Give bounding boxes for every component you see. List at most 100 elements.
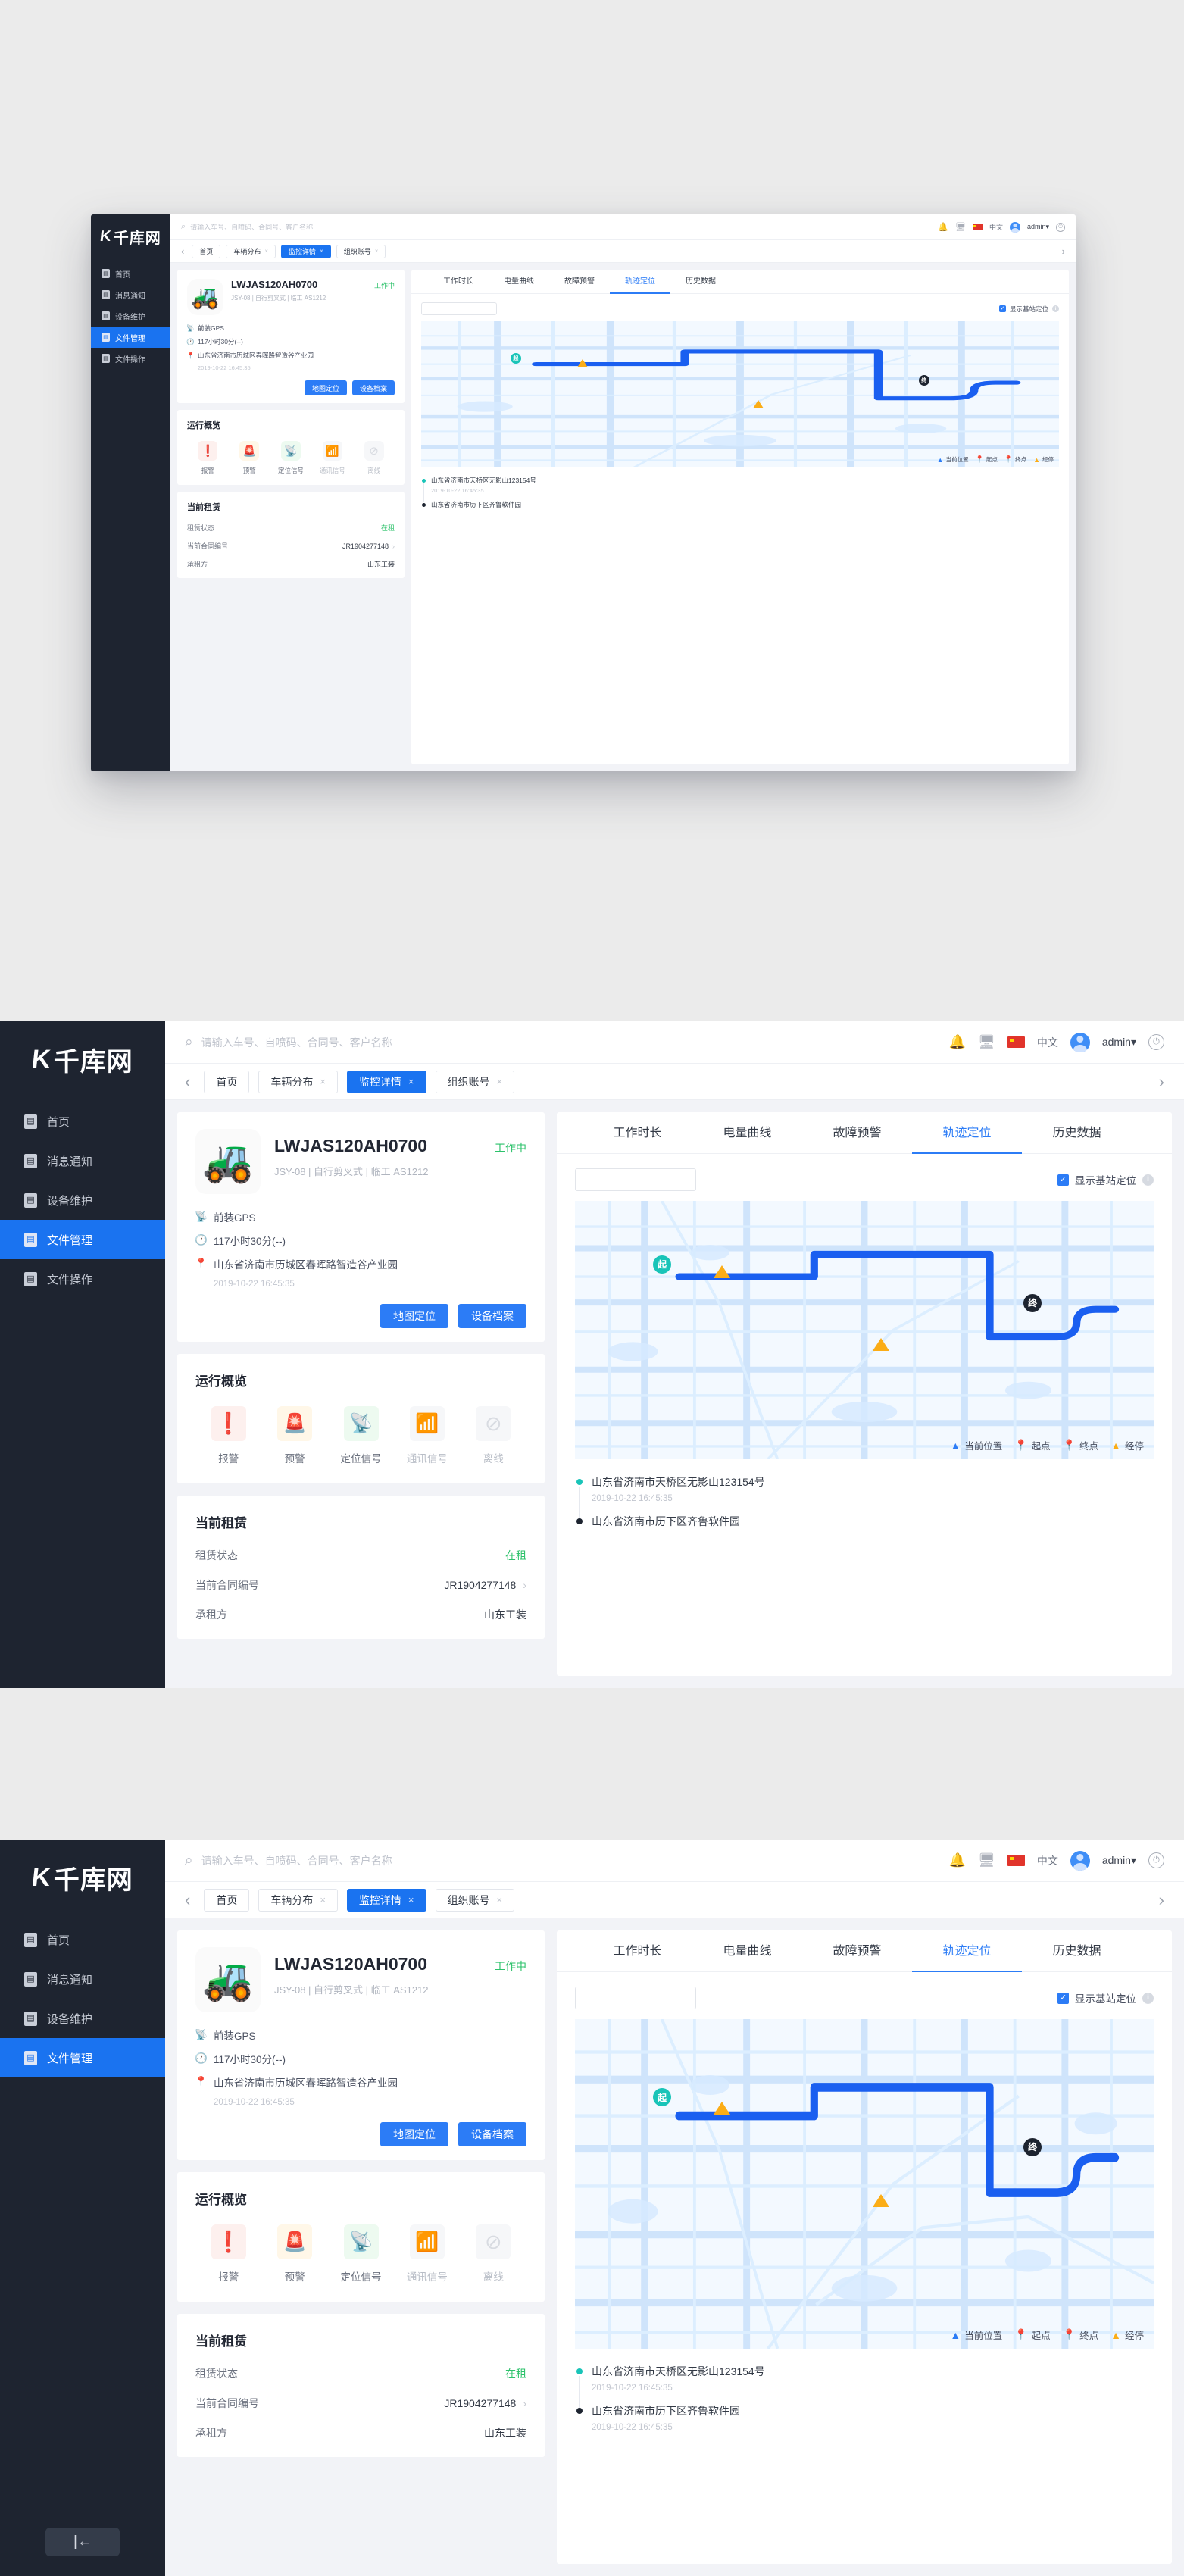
tab-monitor-detail[interactable]: 监控详情 × bbox=[281, 244, 331, 258]
list-item[interactable]: 山东省济南市历下区齐鲁软件园 bbox=[575, 1514, 1154, 1529]
tab-vehicle-distribution[interactable]: 车辆分布 × bbox=[258, 1070, 338, 1093]
tab-track-location[interactable]: 轨迹定位 bbox=[610, 270, 670, 294]
sidebar-item-2[interactable]: ▤ 设备维护 bbox=[0, 1999, 165, 2038]
overview-item-offline[interactable]: ⊘ 离线 bbox=[353, 441, 395, 475]
sidebar-item-0[interactable]: ▤ 首页 bbox=[0, 1102, 165, 1141]
date-range-input[interactable] bbox=[575, 1168, 696, 1191]
search-input[interactable] bbox=[201, 1854, 936, 1867]
close-icon[interactable]: × bbox=[320, 248, 323, 255]
tab-home[interactable]: 首页 bbox=[204, 1070, 250, 1093]
track-map[interactable]: 起 终 ▲ 当前位置 📍 起点 📍 终点 ▲ 经停 bbox=[575, 1201, 1154, 1459]
checkbox[interactable]: ✓ bbox=[998, 305, 1006, 312]
info-icon[interactable]: i bbox=[1052, 305, 1059, 312]
search-input[interactable] bbox=[201, 1036, 936, 1049]
list-item[interactable]: 山东省济南市历下区齐鲁软件园 2019-10-22 16:45:35 bbox=[575, 2403, 1154, 2432]
tab-vehicle-distribution[interactable]: 车辆分布 × bbox=[258, 1888, 338, 1912]
rental-row-contract[interactable]: 当前合同编号 JR1904277148 › bbox=[195, 2396, 526, 2411]
info-icon[interactable]: i bbox=[1142, 1174, 1154, 1186]
tab-fault-warning[interactable]: 故障预警 bbox=[802, 1112, 912, 1154]
list-item[interactable]: 山东省济南市天桥区无影山123154号 2019-10-22 16:45:35 bbox=[575, 2364, 1154, 2408]
tab-work-hours[interactable]: 工作时长 bbox=[583, 1112, 692, 1154]
sidebar-item-1[interactable]: ▤ 消息通知 bbox=[0, 1141, 165, 1180]
search-box[interactable]: ⌕ bbox=[185, 1852, 936, 1869]
date-range-input[interactable] bbox=[421, 302, 497, 315]
close-icon[interactable]: × bbox=[320, 1076, 326, 1087]
tab-org-account[interactable]: 组织账号 × bbox=[435, 1070, 515, 1093]
tabs-scroll-left[interactable]: ‹ bbox=[185, 1072, 190, 1092]
sidebar-item-3[interactable]: ▤ 文件管理 bbox=[0, 1220, 165, 1259]
sidebar-item-1[interactable]: ▤ 消息通知 bbox=[0, 1959, 165, 1999]
tab-history-data[interactable]: 历史数据 bbox=[670, 270, 731, 294]
monitor-icon[interactable]: 🖥 bbox=[978, 1852, 995, 1868]
close-icon[interactable]: × bbox=[408, 1076, 414, 1087]
sidebar-item-2[interactable]: ▤ 设备维护 bbox=[91, 305, 170, 327]
close-icon[interactable]: × bbox=[375, 248, 379, 255]
overview-item-gps[interactable]: 📡 定位信号 bbox=[270, 441, 312, 475]
tab-history-data[interactable]: 历史数据 bbox=[1022, 1112, 1132, 1154]
tabs-scroll-left[interactable]: ‹ bbox=[185, 1890, 190, 1910]
username-label[interactable]: admin▾ bbox=[1027, 223, 1049, 231]
tab-battery-curve[interactable]: 电量曲线 bbox=[692, 1930, 802, 1972]
overview-item-warning[interactable]: 🚨 预警 bbox=[261, 2224, 327, 2284]
device-archive-button[interactable]: 设备档案 bbox=[458, 2122, 526, 2146]
bell-icon[interactable]: 🔔 bbox=[949, 1852, 966, 1868]
sidebar-item-1[interactable]: ▤ 消息通知 bbox=[91, 284, 170, 305]
map-locate-button[interactable]: 地图定位 bbox=[380, 1304, 448, 1328]
language-label[interactable]: 中文 bbox=[1037, 1853, 1058, 1868]
search-input[interactable] bbox=[190, 223, 931, 231]
overview-item-warning[interactable]: 🚨 预警 bbox=[261, 1406, 327, 1465]
username-label[interactable]: admin▾ bbox=[1102, 1854, 1136, 1867]
avatar[interactable] bbox=[1070, 1850, 1090, 1871]
close-icon[interactable]: × bbox=[264, 248, 268, 255]
avatar[interactable] bbox=[1070, 1032, 1090, 1052]
sidebar-item-0[interactable]: ▤ 首页 bbox=[0, 1920, 165, 1959]
date-range-input[interactable] bbox=[575, 1987, 696, 2009]
power-icon[interactable]: ⏻ bbox=[1148, 1852, 1164, 1868]
sidebar-item-3[interactable]: ▤ 文件管理 bbox=[0, 2038, 165, 2077]
overview-item-offline[interactable]: ⊘ 离线 bbox=[461, 1406, 526, 1465]
list-item[interactable]: 山东省济南市历下区齐鲁软件园 bbox=[421, 500, 1059, 509]
tabs-scroll-right[interactable]: › bbox=[1159, 1072, 1164, 1092]
tabs-scroll-right[interactable]: › bbox=[1159, 1890, 1164, 1910]
language-label[interactable]: 中文 bbox=[989, 222, 1003, 232]
tab-fault-warning[interactable]: 故障预警 bbox=[549, 270, 610, 294]
list-item[interactable]: 山东省济南市天桥区无影山123154号 2019-10-22 16:45:35 bbox=[421, 476, 1059, 502]
map-locate-button[interactable]: 地图定位 bbox=[380, 2122, 448, 2146]
tabs-scroll-left[interactable]: ‹ bbox=[181, 245, 184, 257]
avatar[interactable] bbox=[1009, 221, 1020, 233]
overview-item-comm[interactable]: 📶 通讯信号 bbox=[394, 1406, 460, 1465]
info-icon[interactable]: i bbox=[1142, 1992, 1154, 2004]
china-flag-icon[interactable] bbox=[972, 224, 983, 230]
overview-item-alarm[interactable]: ❗ 报警 bbox=[187, 441, 229, 475]
username-label[interactable]: admin▾ bbox=[1102, 1036, 1136, 1049]
checkbox[interactable]: ✓ bbox=[1057, 1174, 1069, 1186]
monitor-icon[interactable]: 🖥 bbox=[955, 222, 966, 232]
search-box[interactable]: ⌕ bbox=[181, 222, 931, 232]
device-archive-button[interactable]: 设备档案 bbox=[458, 1304, 526, 1328]
checkbox[interactable]: ✓ bbox=[1057, 1992, 1069, 2004]
tab-org-account[interactable]: 组织账号 × bbox=[435, 1888, 515, 1912]
tabs-scroll-right[interactable]: › bbox=[1062, 245, 1065, 257]
overview-item-gps[interactable]: 📡 定位信号 bbox=[328, 2224, 394, 2284]
base-station-checkbox-wrap[interactable]: ✓ 显示基站定位 i bbox=[998, 305, 1059, 314]
sidebar-item-0[interactable]: ▤ 首页 bbox=[91, 263, 170, 284]
sidebar-item-3[interactable]: ▤ 文件管理 bbox=[91, 327, 170, 348]
collapse-sidebar-button[interactable]: |← bbox=[45, 2528, 120, 2556]
rental-row-contract[interactable]: 当前合同编号 JR1904277148 › bbox=[195, 1577, 526, 1593]
tab-battery-curve[interactable]: 电量曲线 bbox=[692, 1112, 802, 1154]
overview-item-alarm[interactable]: ❗ 报警 bbox=[195, 2224, 261, 2284]
sidebar-item-4[interactable]: ▤ 文件操作 bbox=[0, 1259, 165, 1299]
rental-row-contract[interactable]: 当前合同编号 JR1904277148 › bbox=[187, 541, 395, 551]
map-locate-button[interactable]: 地图定位 bbox=[304, 380, 347, 395]
overview-item-gps[interactable]: 📡 定位信号 bbox=[328, 1406, 394, 1465]
tab-home[interactable]: 首页 bbox=[192, 244, 221, 258]
tab-vehicle-distribution[interactable]: 车辆分布 × bbox=[226, 244, 276, 258]
device-archive-button[interactable]: 设备档案 bbox=[351, 380, 395, 395]
close-icon[interactable]: × bbox=[408, 1894, 414, 1905]
bell-icon[interactable]: 🔔 bbox=[949, 1034, 966, 1050]
search-box[interactable]: ⌕ bbox=[185, 1034, 936, 1051]
tab-monitor-detail[interactable]: 监控详情 × bbox=[346, 1070, 426, 1093]
base-station-checkbox-wrap[interactable]: ✓ 显示基站定位 i bbox=[1057, 1990, 1154, 2005]
sidebar-item-2[interactable]: ▤ 设备维护 bbox=[0, 1180, 165, 1220]
power-icon[interactable]: ⏻ bbox=[1056, 222, 1065, 232]
